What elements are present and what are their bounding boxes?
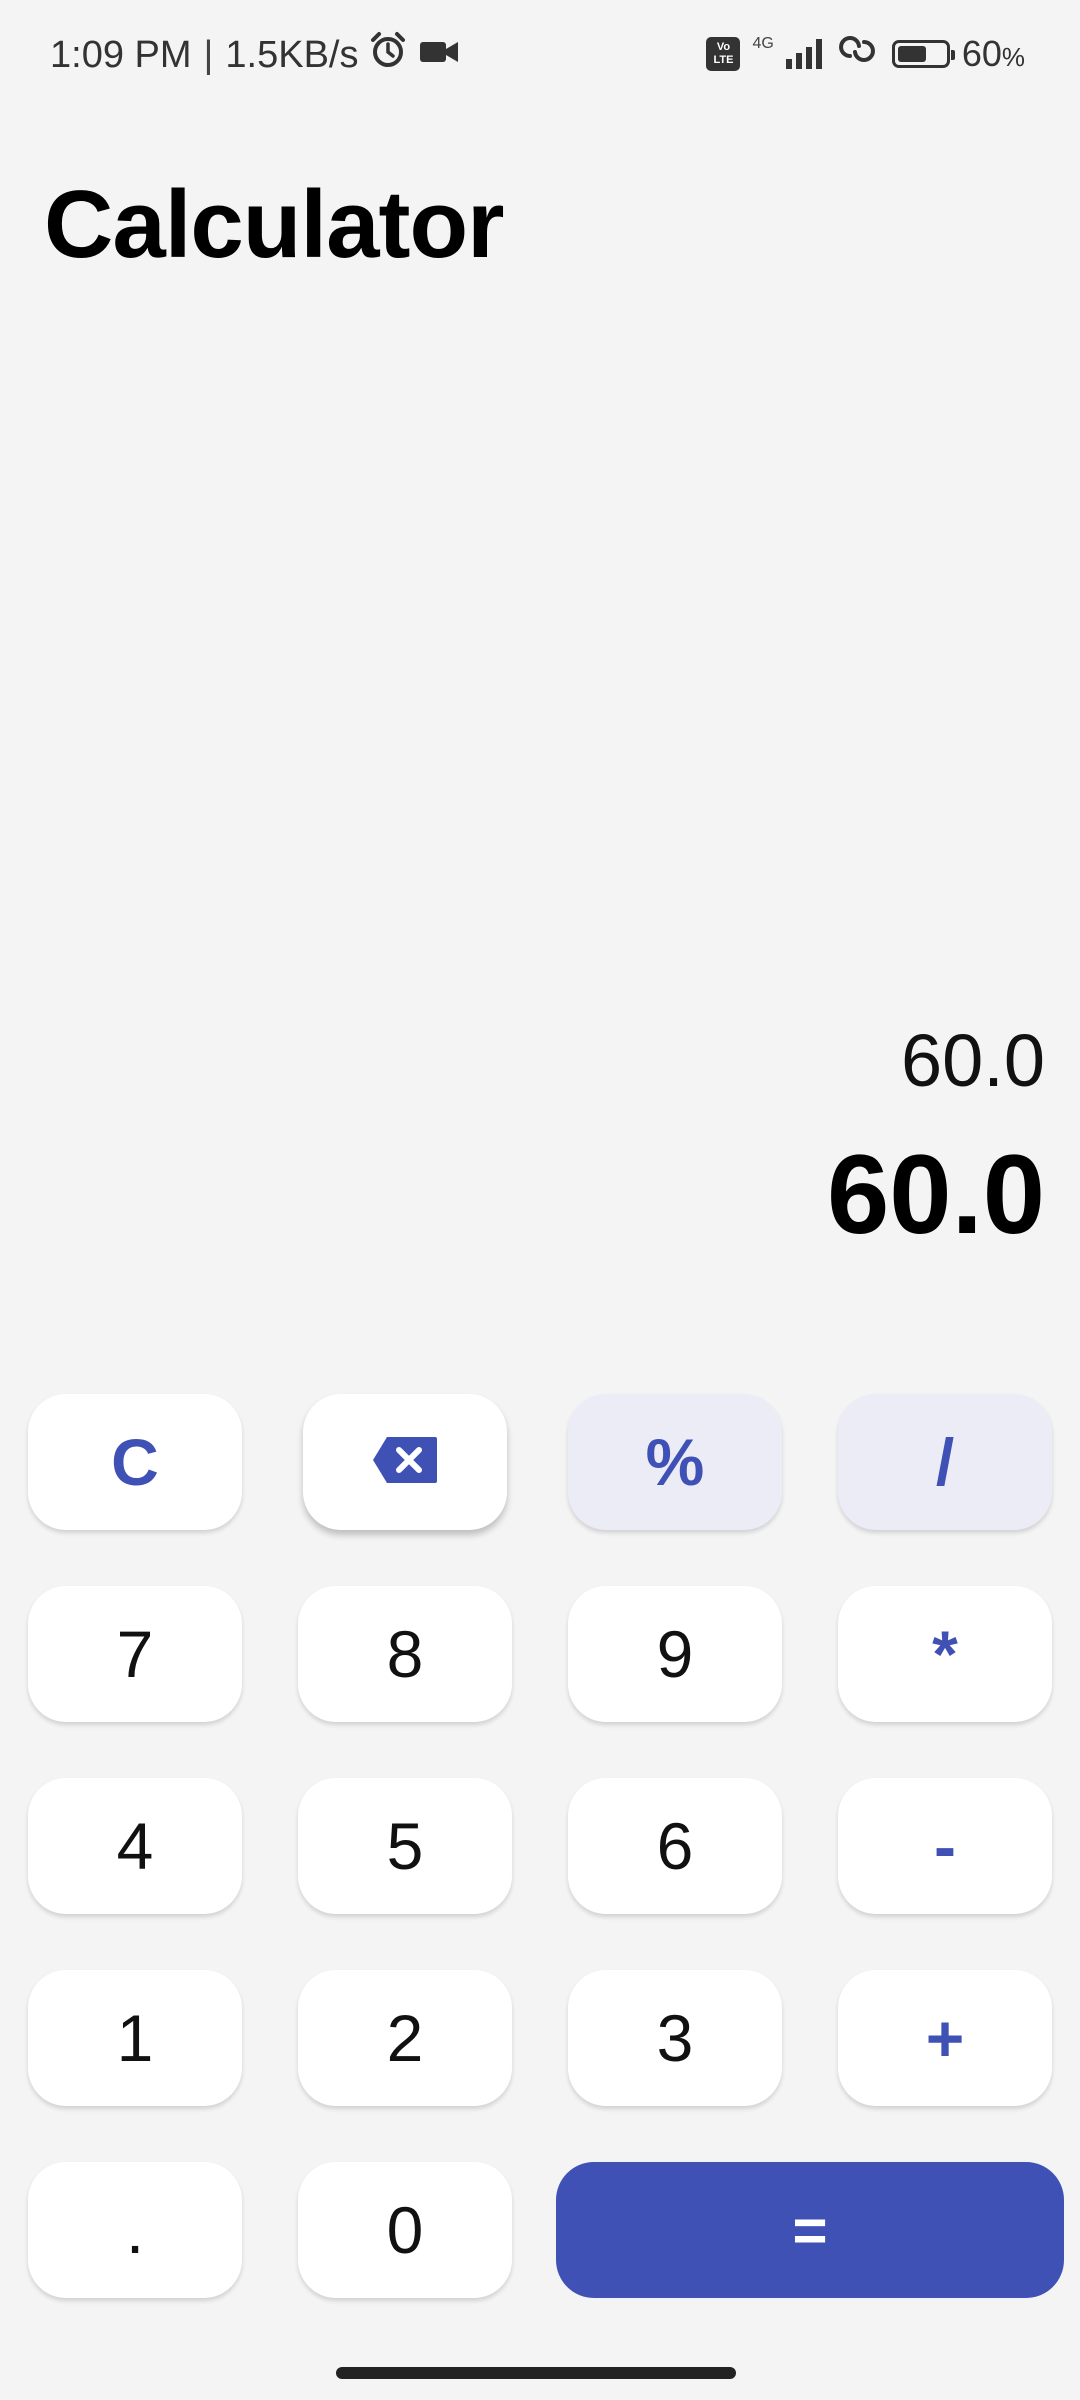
digit-7-button[interactable]: 7	[28, 1586, 242, 1722]
decimal-button[interactable]: .	[28, 2162, 242, 2298]
home-indicator[interactable]	[336, 2367, 736, 2379]
page-title: Calculator	[44, 171, 504, 278]
digit-9-button[interactable]: 9	[568, 1586, 782, 1722]
divide-button[interactable]: /	[838, 1394, 1052, 1530]
battery-percentage: 60%	[962, 33, 1025, 75]
result-display: 60.0	[827, 1132, 1045, 1257]
digit-2-button[interactable]: 2	[298, 1970, 512, 2106]
hotspot-icon	[834, 32, 880, 75]
subtract-button[interactable]: -	[838, 1778, 1052, 1914]
backspace-button[interactable]	[303, 1394, 507, 1530]
alarm-icon	[368, 30, 408, 80]
network-speed: 1.5KB/s	[225, 33, 359, 76]
digit-5-button[interactable]: 5	[298, 1778, 512, 1914]
status-left: 1:09 PM | 1.5KB/s	[50, 30, 460, 80]
status-bar: 1:09 PM | 1.5KB/s Vo LTE 4G 60%	[0, 0, 1080, 115]
digit-3-button[interactable]: 3	[568, 1970, 782, 2106]
digit-4-button[interactable]: 4	[28, 1778, 242, 1914]
expression-display: 60.0	[900, 1019, 1045, 1102]
volte-top: Vo	[716, 40, 731, 53]
network-type: 4G	[752, 34, 774, 52]
status-separator: |	[203, 33, 214, 76]
volte-bottom: LTE	[713, 53, 734, 66]
battery-unit: %	[1001, 41, 1025, 72]
digit-1-button[interactable]: 1	[28, 1970, 242, 2106]
video-camera-icon	[418, 34, 460, 77]
volte-icon: Vo LTE	[706, 36, 741, 71]
digit-6-button[interactable]: 6	[568, 1778, 782, 1914]
status-right: Vo LTE 4G 60%	[706, 32, 1025, 75]
battery-level: 60	[961, 32, 1002, 74]
status-time: 1:09 PM	[50, 33, 192, 76]
digit-0-button[interactable]: 0	[298, 2162, 512, 2298]
percent-button[interactable]: %	[568, 1394, 782, 1530]
multiply-button[interactable]: *	[838, 1586, 1052, 1722]
battery-fill	[897, 45, 926, 62]
digit-8-button[interactable]: 8	[298, 1586, 512, 1722]
equals-button[interactable]: =	[556, 2162, 1064, 2298]
add-button[interactable]: +	[838, 1970, 1052, 2106]
clear-button[interactable]: C	[28, 1394, 242, 1530]
signal-icon	[785, 38, 822, 69]
backspace-icon	[371, 1424, 439, 1500]
battery-icon	[891, 39, 955, 68]
